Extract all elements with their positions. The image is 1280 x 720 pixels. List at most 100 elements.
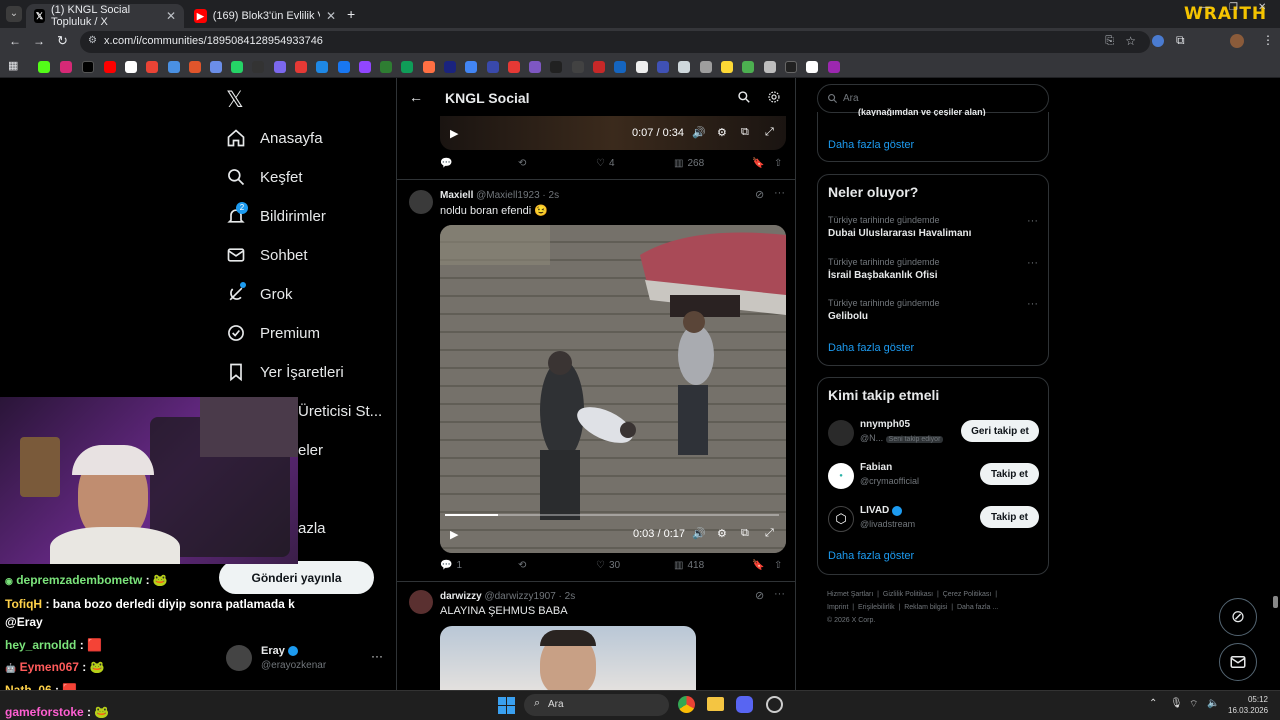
video-settings-icon[interactable]: ⚙ [717,527,727,540]
tab-youtube[interactable]: ▶ (169) Blok3'ün Evlilik Ve Çocuk ✕ [186,4,344,28]
bookmark-icon[interactable] [487,61,499,73]
bookmark-icon[interactable] [764,61,776,73]
trend-item[interactable]: Türkiye tarihinde gündemde Gelibolu ··· [828,298,1038,322]
video-player[interactable]: ▶ 0:03 / 0:17 🔊 ⚙ ⧉ ⤢ [440,225,786,553]
bookmark-icon[interactable] [274,61,286,73]
bookmark-icon[interactable] [742,61,754,73]
nav-item-premium[interactable]: Premium [226,323,320,343]
tab-x[interactable]: 𝕏 (1) KNGL Social Topluluk / X ✕ [26,4,184,28]
menu-icon[interactable]: ⋮ [1262,33,1274,47]
nav-item-creator-studio[interactable]: Üreticisi St... [298,403,382,420]
scrollbar-thumb[interactable] [1273,596,1278,608]
bookmark-icon[interactable] [700,61,712,73]
author-name[interactable]: Maxiell [440,190,473,201]
nav-item-grok[interactable]: Grok [226,282,293,304]
extension-icon[interactable] [1152,35,1164,47]
account-switcher[interactable]: Eray @erayozkenar ··· [226,643,386,675]
more-icon[interactable]: ··· [774,588,785,600]
follow-button[interactable]: Takip et [980,506,1039,528]
forward-icon[interactable]: → [33,34,45,48]
url-input[interactable]: ⚙ x.com/i/communities/189508412895493374… [80,31,1150,53]
author-name[interactable]: darwizzy [440,591,482,602]
install-icon[interactable]: ⎘ [1105,35,1114,48]
x-logo[interactable]: 𝕏 [226,88,244,113]
fullscreen-icon[interactable]: ⤢ [765,126,774,139]
show-more-link[interactable]: Daha fazla göster [828,550,914,562]
views-button[interactable]: ▥ 418 [674,560,704,571]
site-info-icon[interactable]: ⚙ [88,35,97,46]
post-button[interactable]: Gönderi yayınla [219,561,374,594]
follow-suggestion[interactable]: nnymph05 @N... Seni takip ediyor Geri ta… [828,418,1040,448]
volume-icon[interactable]: 🔊 [692,527,706,540]
bookmark-icon[interactable] [316,61,328,73]
volume-icon[interactable]: 🔊 [692,126,706,139]
file-explorer-icon[interactable] [707,697,724,711]
follow-suggestion[interactable]: ● Fabian @crymaofficial Takip et [828,461,1040,491]
bookmark-icon[interactable]: 🔖 [752,560,764,571]
show-more-link[interactable]: Daha fazla göster [828,342,914,354]
pip-icon[interactable]: ⧉ [741,126,749,139]
bookmark-icon[interactable] [806,61,818,73]
share-icon[interactable]: ⇧ [774,560,782,571]
bookmark-icon[interactable] [508,61,520,73]
bookmark-icon[interactable]: 🔖 [752,158,764,169]
bookmark-icon[interactable] [380,61,392,73]
bookmark-icon[interactable] [678,61,690,73]
bookmark-icon[interactable] [572,61,584,73]
more-icon[interactable]: ··· [1027,298,1038,310]
bookmark-icon[interactable] [189,61,201,73]
nav-item-explore[interactable]: Keşfet [226,167,303,187]
repost-icon[interactable]: ⟲ [518,560,526,571]
gmail-bookmark-icon[interactable] [146,61,158,73]
grok-icon[interactable]: ⊘ [755,188,764,201]
avatar[interactable] [409,190,433,214]
footer-link[interactable]: Gizlilik Politikası [883,591,933,598]
bookmark-icon[interactable] [423,61,435,73]
whatsapp-bookmark-icon[interactable] [231,61,243,73]
post-image[interactable] [440,626,696,690]
reply-button[interactable]: 💬 1 [440,560,462,571]
bookmark-icon[interactable] [614,61,626,73]
footer-link[interactable]: Erişilebilirlik [858,604,895,611]
maximize-icon[interactable]: ❐ [1229,2,1238,13]
bookmark-icon[interactable] [401,61,413,73]
show-more-link[interactable]: Daha fazla göster [828,139,914,151]
new-tab-button[interactable]: + [347,6,355,22]
x-bookmark-icon[interactable] [82,61,94,73]
microphone-icon[interactable]: 🎙 [1170,698,1183,709]
kick-bookmark-icon[interactable] [38,61,50,73]
reload-icon[interactable]: ↻ [57,33,68,49]
nav-item-more[interactable]: azla [298,520,326,537]
bookmark-icon[interactable] [593,61,605,73]
reply-button[interactable]: 💬 [440,158,452,169]
trend-item[interactable]: Türkiye tarihinde gündemde İsrail Başbak… [828,257,1038,281]
youtube-bookmark-icon[interactable] [104,61,116,73]
like-button[interactable]: ♡ 30 [596,560,620,571]
instagram-bookmark-icon[interactable] [60,61,72,73]
windows-start-icon[interactable] [498,697,515,714]
facebook-bookmark-icon[interactable] [338,61,350,73]
app-taskbar-icon[interactable] [766,696,783,713]
footer-link[interactable]: Hizmet Şartları [827,591,873,598]
bookmark-icon[interactable] [828,61,840,73]
bookmark-star-icon[interactable]: ☆ [1125,34,1136,48]
chevron-up-icon[interactable]: ⌃ [1149,698,1157,709]
wifi-icon[interactable]: ⌔ [1189,698,1198,711]
minimize-icon[interactable]: — [1200,2,1210,13]
follow-back-button[interactable]: Geri takip et [961,420,1039,442]
bookmark-icon[interactable] [465,61,477,73]
share-icon[interactable]: ⇧ [774,158,782,169]
bookmark-icon[interactable] [785,61,797,73]
follow-suggestion[interactable]: ⬡ LIVAD @livadstream Takip et [828,504,1040,534]
messages-floating-button[interactable] [1219,643,1257,681]
close-icon[interactable]: ✕ [166,9,176,23]
bookmark-icon[interactable] [168,61,180,73]
footer-link[interactable]: Çerez Politikası [943,591,992,598]
settings-gear-icon[interactable] [767,90,781,104]
grok-icon[interactable]: ⊘ [755,589,764,602]
video-player[interactable]: ▶ 0:07 / 0:34 🔊 ⚙ ⧉ ⤢ [440,116,786,150]
nav-item-notifications[interactable]: 2 Bildirimler [226,202,326,226]
close-window-icon[interactable]: ✕ [1258,2,1266,13]
like-button[interactable]: ♡ 4 [596,158,615,169]
follow-button[interactable]: Takip et [980,463,1039,485]
